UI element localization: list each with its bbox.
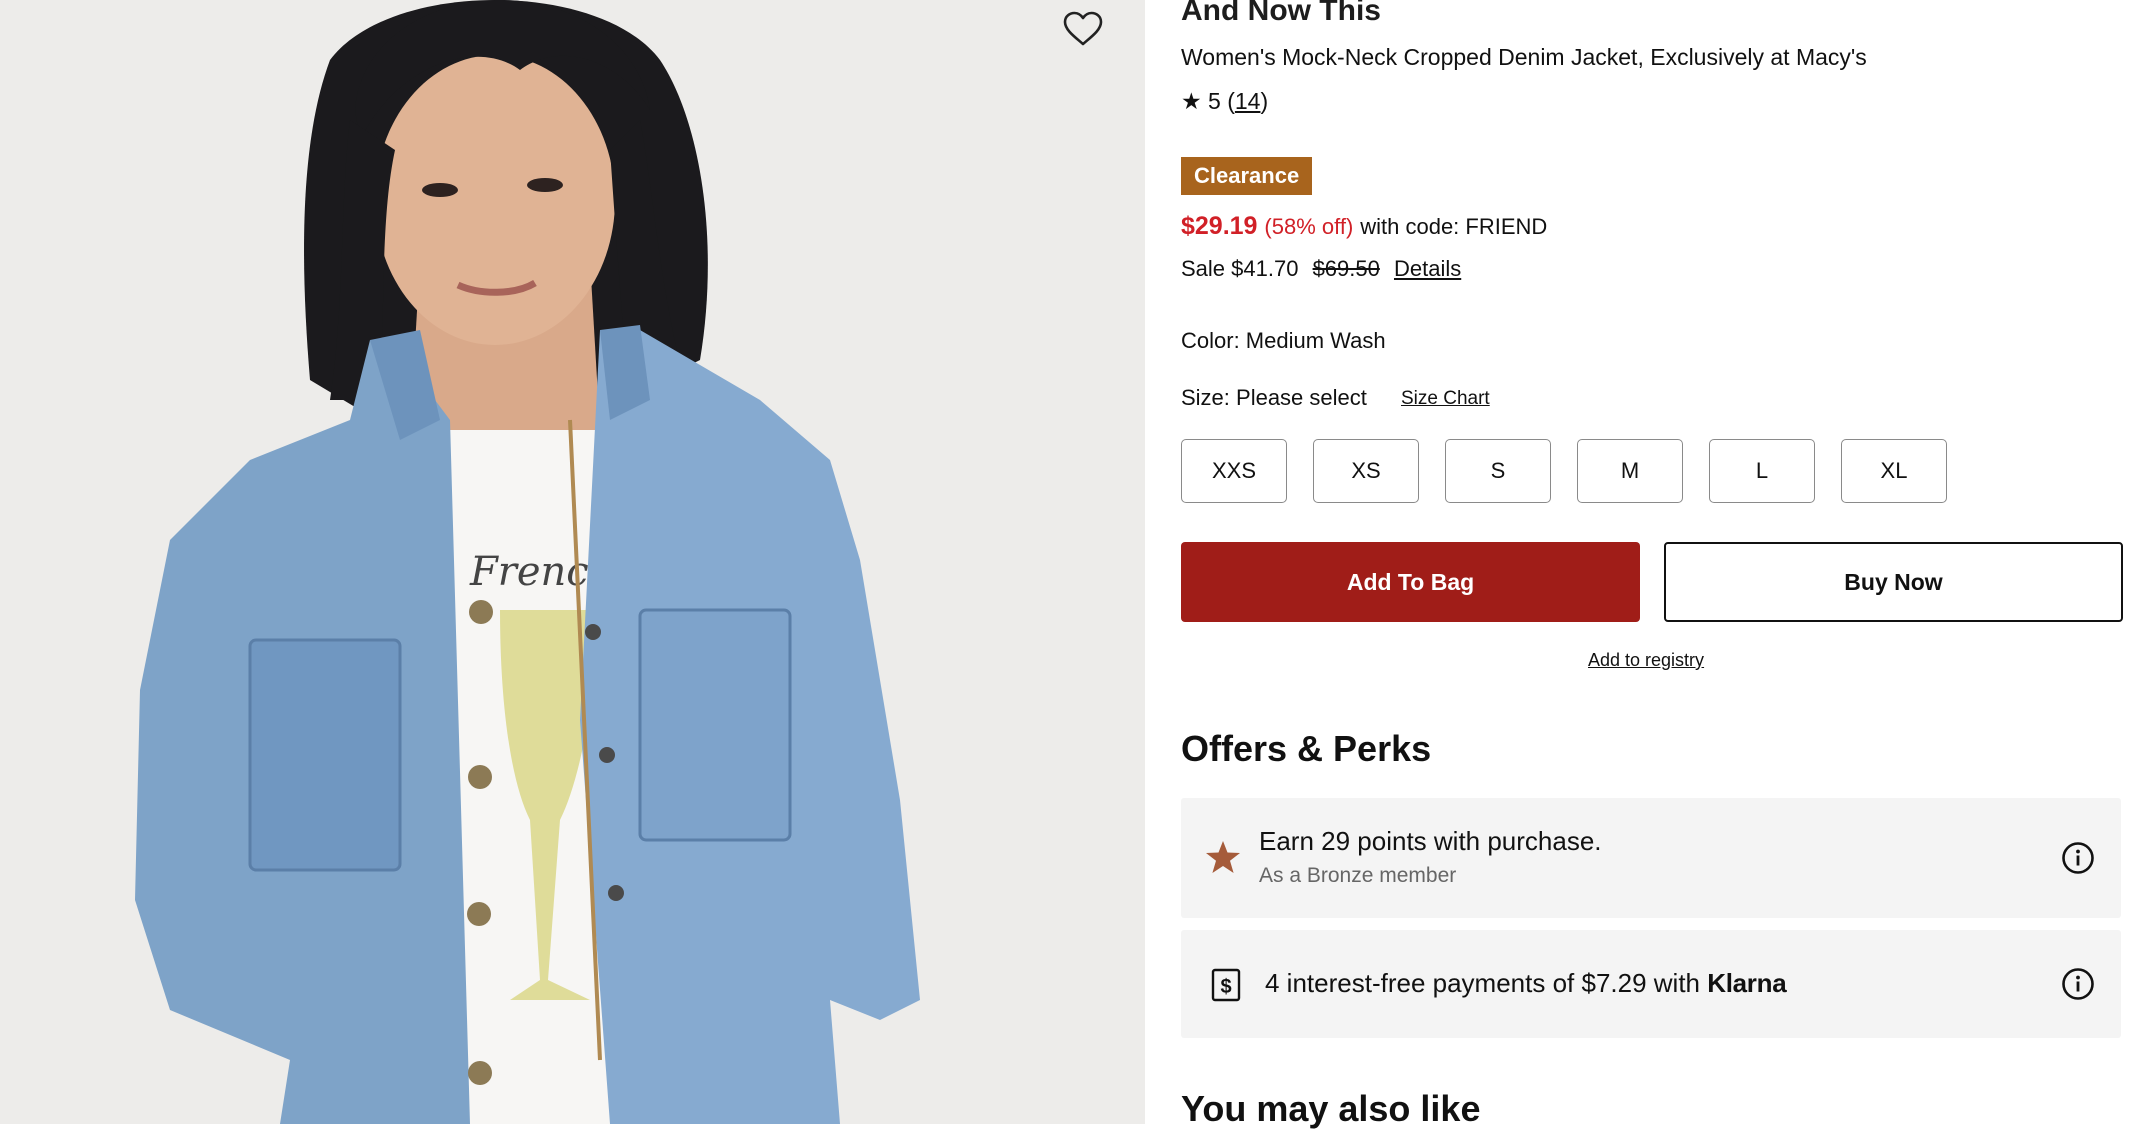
discount-percent: (58% off) [1264, 214, 1354, 239]
size-option-l[interactable]: L [1709, 439, 1815, 503]
add-to-bag-button[interactable]: Add To Bag [1181, 542, 1640, 622]
model-photo: French [0, 0, 1145, 1124]
size-chart-link[interactable]: Size Chart [1401, 388, 1490, 410]
size-label: Size: Please select [1181, 385, 1367, 410]
klarna-payment-text: 4 interest-free payments of $7.29 with [1265, 968, 1701, 998]
review-count-link[interactable]: 14 [1235, 88, 1261, 114]
wishlist-button[interactable] [1063, 11, 1119, 67]
size-option-xs[interactable]: XS [1313, 439, 1419, 503]
offers-heading: Offers & Perks [1181, 728, 1432, 769]
add-to-registry-link[interactable]: Add to registry [1588, 650, 1704, 671]
promo-code-text: with code: FRIEND [1360, 214, 1548, 239]
rating-star-icon: ★ [1181, 88, 1202, 114]
rewards-perk: Earn 29 points with purchase. As a Bronz… [1181, 798, 2121, 918]
original-price: $69.50 [1312, 256, 1380, 281]
rating-summary[interactable]: ★ 5 (14) [1181, 88, 1268, 115]
info-icon[interactable] [2061, 967, 2095, 1001]
rewards-subtext: As a Bronze member [1259, 864, 1457, 887]
size-option-xl[interactable]: XL [1841, 439, 1947, 503]
promo-price-line: $29.19 (58% off) with code: FRIEND [1181, 212, 1547, 241]
sale-price: Sale $41.70 [1181, 256, 1299, 281]
info-icon[interactable] [2061, 841, 2095, 875]
product-title: Women's Mock-Neck Cropped Denim Jacket, … [1181, 44, 1867, 70]
clearance-badge: Clearance [1181, 157, 1313, 195]
size-option-m[interactable]: M [1577, 439, 1683, 503]
rewards-text: Earn 29 points with purchase. [1259, 826, 1602, 856]
product-image[interactable]: French [0, 0, 1145, 1124]
heart-icon [1063, 11, 1103, 46]
buy-now-button[interactable]: Buy Now [1664, 542, 2123, 622]
svg-text:$: $ [1220, 976, 1231, 998]
color-label: Color: Medium Wash [1181, 328, 1386, 353]
dollar-card-icon: $ [1211, 968, 1241, 1002]
price-details-link[interactable]: Details [1394, 256, 1461, 281]
klarna-perk: $ 4 interest-free payments of $7.29 with… [1181, 930, 2121, 1038]
star-icon [1206, 841, 1240, 873]
size-option-xxs[interactable]: XXS [1181, 439, 1287, 503]
klarna-text: 4 interest-free payments of $7.29 with K… [1265, 968, 1787, 999]
sale-price-line: Sale $41.70 $69.50 Details [1181, 256, 1461, 282]
promo-price: $29.19 [1181, 212, 1258, 240]
brand-link[interactable]: And Now This [1181, 0, 1381, 28]
size-selector: XXS XS S M L XL [1181, 439, 1947, 503]
rating-value: 5 [1208, 88, 1221, 114]
klarna-logo: Klarna [1707, 968, 1787, 998]
size-option-s[interactable]: S [1445, 439, 1551, 503]
